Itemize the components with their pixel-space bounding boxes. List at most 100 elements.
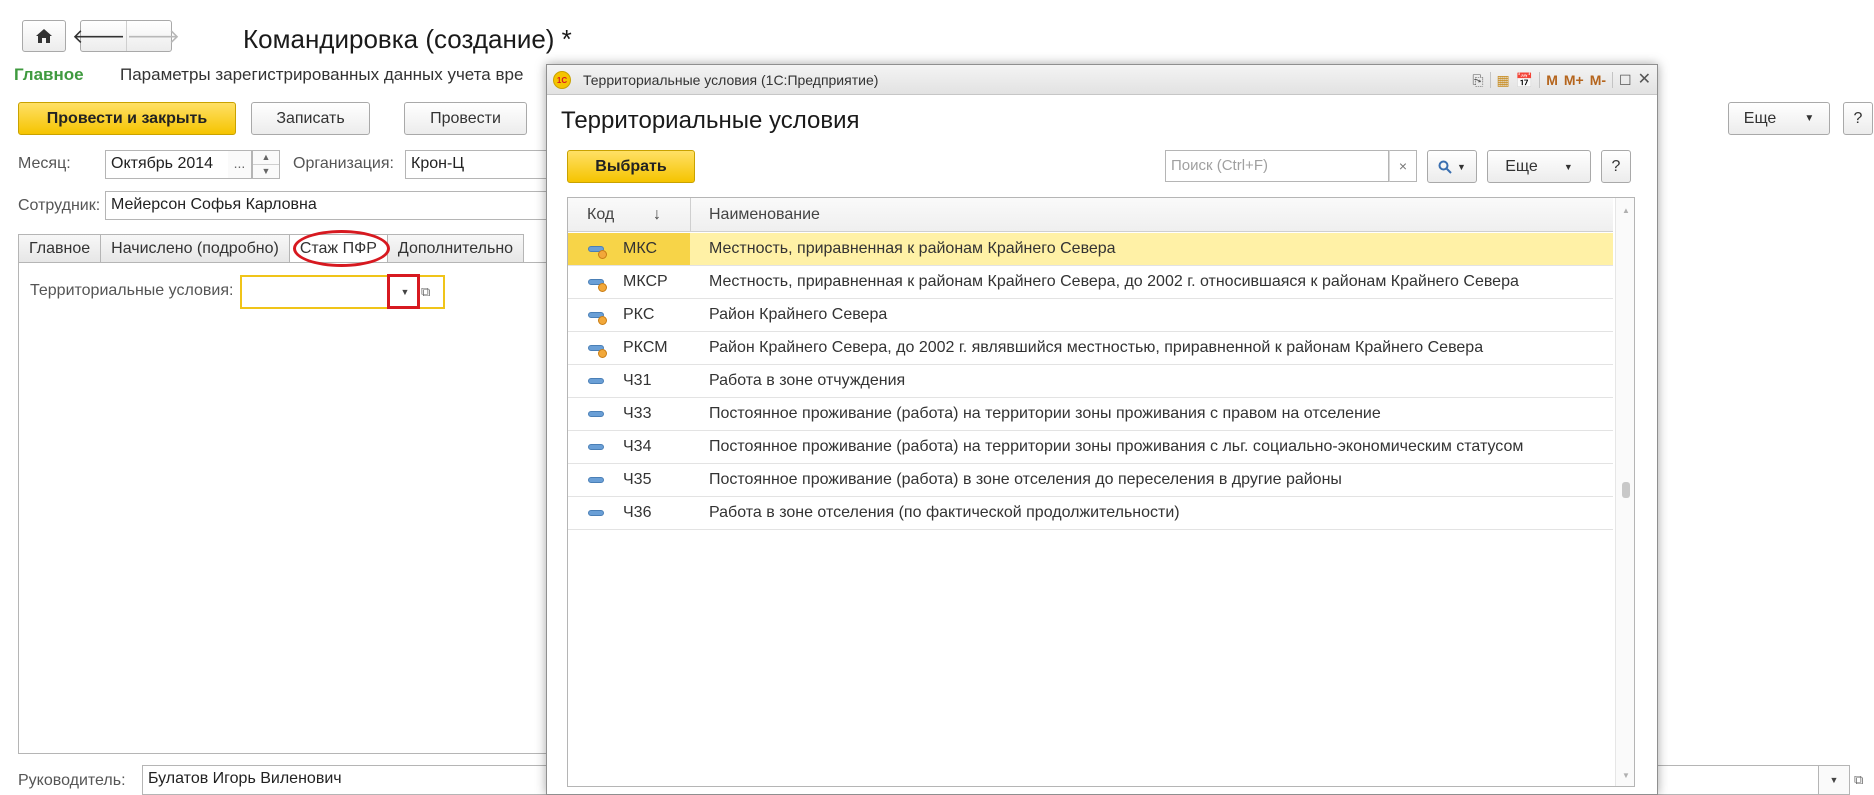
section-link-main[interactable]: Главное: [14, 65, 84, 85]
chevron-down-icon: ▼: [1804, 113, 1815, 124]
maximize-icon[interactable]: ☐: [1619, 68, 1632, 92]
column-divider: [690, 198, 691, 232]
memory-plus-icon[interactable]: M+: [1564, 68, 1584, 92]
catalog-item-icon: [588, 477, 604, 483]
cell-name: Постоянное проживание (работа) в зоне от…: [709, 471, 1342, 488]
table-row[interactable]: Ч36 Работа в зоне отселения (по фактичес…: [568, 497, 1613, 530]
catalog-item-icon: [588, 345, 607, 358]
territorial-conditions-label: Территориальные условия:: [30, 282, 234, 299]
link-icon[interactable]: ⎘: [1472, 68, 1483, 92]
highlight-ellipse: [293, 230, 390, 267]
catalog-item-icon: [588, 510, 604, 516]
write-button[interactable]: Записать: [251, 102, 370, 135]
arrow-right-icon: 🡒: [126, 25, 181, 48]
table-row[interactable]: МКСР Местность, приравненная к районам К…: [568, 266, 1613, 299]
cell-code: МКСР: [623, 273, 668, 290]
organization-label: Организация:: [293, 155, 394, 172]
close-icon[interactable]: ✕: [1638, 68, 1651, 92]
table-row[interactable]: РКСМ Район Крайнего Севера, до 2002 г. я…: [568, 332, 1613, 365]
cell-code: МКС: [623, 240, 658, 257]
calculator-icon[interactable]: ▦: [1497, 68, 1510, 92]
table-row[interactable]: Ч35 Постоянное проживание (работа) в зон…: [568, 464, 1613, 497]
search-mode-button[interactable]: ▼: [1427, 150, 1477, 183]
titlebar-tools: ⎘ ▦ 📅 M M+ M- ☐ ✕: [1472, 68, 1651, 92]
forward-button[interactable]: 🡒: [125, 21, 181, 51]
table-row[interactable]: Ч33 Постоянное проживание (работа) на те…: [568, 398, 1613, 431]
post-button[interactable]: Провести: [404, 102, 527, 135]
post-and-close-button[interactable]: Провести и закрыть: [18, 102, 236, 135]
more-menu-button[interactable]: Еще ▼: [1728, 102, 1830, 135]
help-button[interactable]: ?: [1843, 102, 1873, 135]
open-icon[interactable]: ⧉: [1854, 772, 1863, 788]
history-nav: 🡐 🡒: [72, 20, 180, 52]
cell-code: Ч34: [623, 438, 652, 455]
column-header-name[interactable]: Наименование: [709, 198, 820, 232]
table-row[interactable]: Ч31 Работа в зоне отчуждения: [568, 365, 1613, 398]
chevron-down-icon: ▼: [1563, 161, 1573, 172]
home-icon: [36, 29, 52, 43]
employee-label: Сотрудник:: [18, 197, 101, 214]
catalog-item-icon: [588, 378, 604, 384]
catalog-item-icon: [588, 279, 607, 292]
catalog-item-icon: [588, 246, 607, 259]
cell-name: Постоянное проживание (работа) на террит…: [709, 405, 1381, 422]
scrollbar-thumb[interactable]: [1622, 482, 1630, 498]
calendar-icon[interactable]: 📅: [1516, 68, 1533, 92]
tab-main[interactable]: Главное: [18, 234, 102, 263]
cell-name: Район Крайнего Севера, до 2002 г. являвш…: [709, 339, 1484, 356]
chevron-down-icon: ▼: [1457, 161, 1466, 172]
cell-name: Район Крайнего Севера: [709, 306, 888, 323]
dialog-titlebar[interactable]: 1С Территориальные условия (1С:Предприят…: [547, 65, 1657, 95]
tab-panel: [18, 262, 558, 754]
more-label: Еще: [1505, 157, 1538, 175]
search-icon: [1438, 160, 1452, 174]
memory-minus-icon[interactable]: M-: [1590, 68, 1606, 92]
table-row[interactable]: РКС Район Крайнего Севера: [568, 299, 1613, 332]
scroll-down-icon[interactable]: ▼: [1622, 771, 1630, 780]
head-dropdown-button[interactable]: ▼: [1818, 765, 1850, 795]
column-header-code[interactable]: Код: [587, 198, 687, 232]
cell-name: Работа в зоне отселения (по фактической …: [709, 504, 1180, 521]
employee-field[interactable]: Мейерсон Софья Карловна: [105, 191, 555, 220]
arrow-left-icon: 🡐: [71, 25, 126, 48]
dialog-help-button[interactable]: ?: [1601, 150, 1631, 183]
table-row[interactable]: МКС Местность, приравненная к районам Кр…: [568, 233, 1613, 266]
open-icon[interactable]: ⧉: [421, 284, 430, 300]
cell-name: Местность, приравненная к районам Крайне…: [709, 273, 1519, 290]
cell-name: Работа в зоне отчуждения: [709, 372, 906, 389]
stepper-down-icon[interactable]: ▼: [253, 165, 279, 178]
memory-icon[interactable]: M: [1546, 68, 1558, 92]
dialog-window-title: Территориальные условия (1С:Предприятие): [583, 72, 879, 88]
tab-additional[interactable]: Дополнительно: [386, 234, 525, 263]
month-stepper[interactable]: ▲ ▼: [252, 150, 280, 179]
catalog-item-icon: [588, 312, 607, 325]
vertical-scrollbar[interactable]: ▲ ▼: [1615, 198, 1634, 786]
separator: [1539, 72, 1541, 88]
territorial-conditions-table: Код ↓ Наименование МКС Местность, прирав…: [567, 197, 1635, 787]
cell-code: РКСМ: [623, 339, 668, 356]
tab-bar: Главное Начислено (подробно) Стаж ПФР До…: [18, 234, 525, 263]
sort-desc-icon: ↓: [653, 206, 661, 223]
tab-accrued-detailed[interactable]: Начислено (подробно): [100, 234, 290, 263]
search-clear-button[interactable]: ×: [1389, 150, 1417, 182]
catalog-item-icon: [588, 411, 604, 417]
cell-code: Ч33: [623, 405, 652, 422]
back-button[interactable]: 🡐: [72, 21, 126, 51]
home-button[interactable]: [22, 20, 66, 52]
separator: [1612, 72, 1614, 88]
scroll-up-icon[interactable]: ▲: [1622, 206, 1630, 215]
dialog-more-button[interactable]: Еще ▼: [1487, 150, 1591, 183]
table-header: Код ↓ Наименование: [568, 198, 1613, 232]
separator: [1489, 72, 1491, 88]
month-label: Месяц:: [18, 155, 71, 172]
catalog-item-icon: [588, 444, 604, 450]
month-select-button[interactable]: ...: [228, 150, 252, 179]
section-link-params[interactable]: Параметры зарегистрированных данных учет…: [120, 65, 523, 85]
head-label: Руководитель:: [18, 772, 126, 789]
chevron-down-icon: ▼: [1829, 775, 1839, 785]
choose-button[interactable]: Выбрать: [567, 150, 695, 183]
stepper-up-icon[interactable]: ▲: [253, 151, 279, 165]
organization-field[interactable]: Крон-Ц: [405, 150, 555, 179]
table-row[interactable]: Ч34 Постоянное проживание (работа) на те…: [568, 431, 1613, 464]
search-input[interactable]: Поиск (Ctrl+F): [1165, 150, 1389, 182]
